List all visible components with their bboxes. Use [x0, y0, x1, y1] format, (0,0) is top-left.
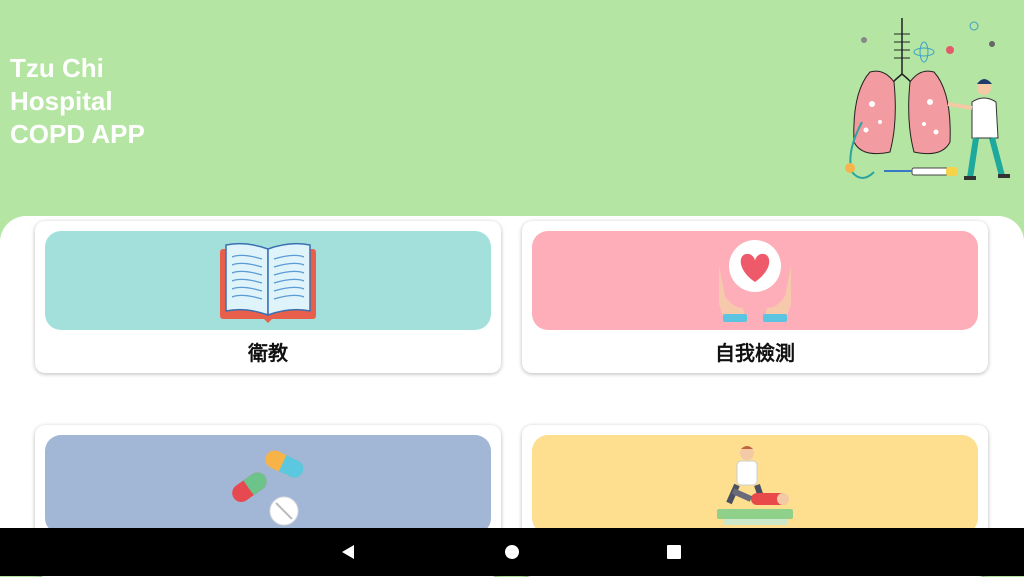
back-button[interactable]	[324, 528, 372, 576]
self-check-banner	[532, 231, 978, 330]
system-nav-bar	[0, 528, 1024, 576]
self-check-card[interactable]: 自我檢測	[522, 221, 988, 373]
back-icon	[342, 545, 354, 559]
app-title: Tzu Chi Hospital COPD APP	[10, 53, 145, 149]
lungs-doctor-illustration	[845, 18, 1010, 180]
recents-icon	[667, 545, 681, 559]
rehab-banner	[532, 435, 978, 534]
physiotherapy-icon	[717, 445, 793, 525]
education-label: 衛教	[248, 343, 288, 365]
home-icon	[505, 545, 519, 559]
medication-banner	[45, 435, 491, 534]
recents-button[interactable]	[650, 528, 698, 576]
home-button[interactable]	[488, 528, 536, 576]
self-check-label: 自我檢測	[715, 343, 795, 365]
pills-icon	[232, 449, 304, 525]
open-book-icon	[220, 242, 316, 323]
education-card[interactable]: 衛教	[35, 221, 501, 373]
education-banner	[45, 231, 491, 330]
heart-hands-icon	[719, 239, 791, 322]
header: Tzu Chi Hospital COPD APP	[0, 0, 1024, 230]
